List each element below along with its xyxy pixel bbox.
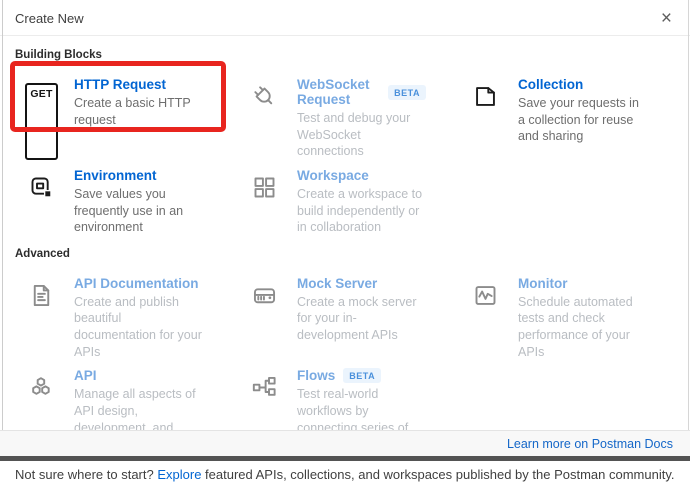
card-description: Test and debug your WebSocket connection… xyxy=(297,110,426,160)
card-workspace[interactable]: Workspace Create a workspace to build in… xyxy=(237,160,458,236)
card-description: Create a mock server for your in-develop… xyxy=(297,294,426,344)
card-title: Workspace xyxy=(297,168,369,183)
window-right-edge xyxy=(688,0,689,461)
card-description: Schedule automated tests and check perfo… xyxy=(518,294,643,361)
building-blocks-grid: GET HTTP Request Create a basic HTTP req… xyxy=(14,69,676,236)
get-badge-icon: GET xyxy=(28,83,55,160)
window-bottom-edge xyxy=(0,456,690,461)
dialog-content: Building Blocks GET HTTP Request Create … xyxy=(0,36,690,482)
grid-icon xyxy=(251,174,278,236)
card-title: Mock Server xyxy=(297,276,377,291)
pulse-icon xyxy=(472,282,499,361)
card-collection[interactable]: Collection Save your requests in a colle… xyxy=(458,69,675,160)
help-text: Not sure where to start? Explore feature… xyxy=(15,467,676,482)
card-description: Create and publish beautiful documentati… xyxy=(74,294,205,361)
card-title: Flows xyxy=(297,368,335,383)
dialog-header: Create New × xyxy=(0,0,690,36)
card-mock-server[interactable]: Mock Server Create a mock server for you… xyxy=(237,268,458,361)
environment-icon xyxy=(28,174,55,236)
card-title: WebSocket Request xyxy=(297,77,380,107)
explore-link[interactable]: Explore xyxy=(157,467,201,482)
card-title: Collection xyxy=(518,77,583,92)
card-websocket-request[interactable]: WebSocket Request BETA Test and debug yo… xyxy=(237,69,458,160)
beta-badge: BETA xyxy=(388,85,426,100)
websocket-plug-icon xyxy=(251,83,278,160)
card-monitor[interactable]: Monitor Schedule automated tests and che… xyxy=(458,268,675,361)
document-icon xyxy=(28,282,55,361)
advanced-grid: API Documentation Create and publish bea… xyxy=(14,268,676,453)
card-api-documentation[interactable]: API Documentation Create and publish bea… xyxy=(14,268,237,361)
dialog-title: Create New xyxy=(15,11,84,26)
section-label-advanced: Advanced xyxy=(15,248,676,260)
card-title: Environment xyxy=(74,168,157,183)
card-title: Monitor xyxy=(518,276,568,291)
close-icon[interactable]: × xyxy=(661,12,672,26)
help-text-prefix: Not sure where to start? xyxy=(15,467,157,482)
card-environment[interactable]: Environment Save values you frequently u… xyxy=(14,160,237,236)
folder-icon xyxy=(472,83,499,160)
card-description: Create a basic HTTP request xyxy=(74,95,205,128)
card-title: HTTP Request xyxy=(74,77,166,92)
card-http-request[interactable]: GET HTTP Request Create a basic HTTP req… xyxy=(14,69,237,160)
card-title: API xyxy=(74,368,97,383)
server-icon xyxy=(251,282,278,361)
section-label-building-blocks: Building Blocks xyxy=(15,49,676,61)
help-text-suffix: featured APIs, collections, and workspac… xyxy=(201,467,674,482)
dialog-footer: Learn more on Postman Docs xyxy=(0,430,690,456)
window-left-edge xyxy=(2,0,3,461)
postman-docs-link[interactable]: Learn more on Postman Docs xyxy=(507,437,673,451)
card-description: Save values you frequently use in an env… xyxy=(74,186,205,236)
card-title: API Documentation xyxy=(74,276,199,291)
card-description: Save your requests in a collection for r… xyxy=(518,95,643,145)
card-description: Create a workspace to build independentl… xyxy=(297,186,426,236)
beta-badge: BETA xyxy=(343,368,381,383)
